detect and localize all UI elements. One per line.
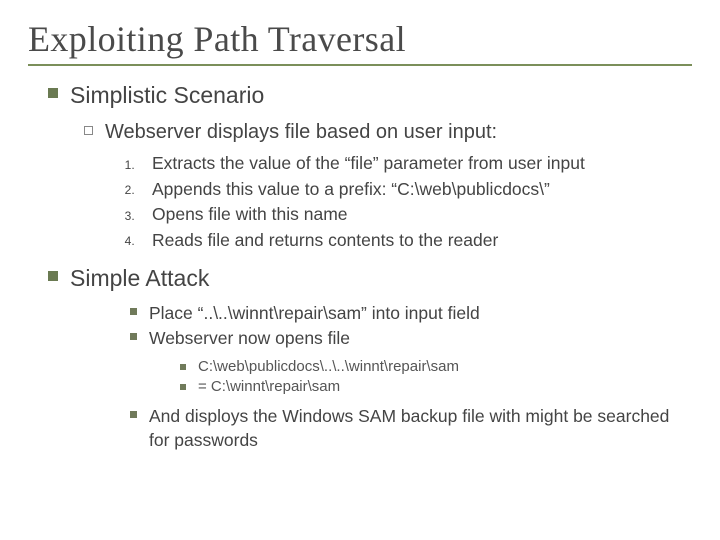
bullet-text: Simplistic Scenario: [70, 80, 692, 111]
bullet-conclusion: And disploys the Windows SAM backup file…: [130, 405, 692, 452]
square-bullet-icon: [180, 364, 186, 370]
steps-list: Extracts the value of the “file” paramet…: [138, 152, 692, 253]
step-text: Appends this value to a prefix: “C:\web\…: [152, 179, 550, 199]
step-item: Opens file with this name: [138, 203, 692, 227]
square-bullet-icon: [48, 88, 58, 98]
square-bullet-icon: [130, 308, 137, 315]
step-text: Opens file with this name: [152, 204, 348, 224]
bullet-text: Webserver now opens file: [149, 327, 692, 351]
bullet-place-input: Place “..\..\winnt\repair\sam” into inpu…: [130, 302, 692, 326]
bullet-text: Webserver displays file based on user in…: [105, 119, 692, 146]
bullet-text: Simple Attack: [70, 263, 692, 294]
step-item: Extracts the value of the “file” paramet…: [138, 152, 692, 176]
bullet-text: Place “..\..\winnt\repair\sam” into inpu…: [149, 302, 692, 326]
step-text: Extracts the value of the “file” paramet…: [152, 153, 585, 173]
bullet-simplistic-scenario: Simplistic Scenario: [48, 80, 692, 111]
bullet-path-after: = C:\winnt\repair\sam: [180, 377, 692, 397]
bullet-text: C:\web\publicdocs\..\..\winnt\repair\sam: [198, 357, 692, 377]
bullet-opens-file: Webserver now opens file: [130, 327, 692, 351]
bullet-text: = C:\winnt\repair\sam: [198, 377, 692, 397]
step-text: Reads file and returns contents to the r…: [152, 230, 498, 250]
bullet-path-before: C:\web\publicdocs\..\..\winnt\repair\sam: [180, 357, 692, 377]
square-bullet-icon: [180, 384, 186, 390]
page-title: Exploiting Path Traversal: [28, 18, 692, 60]
bullet-webserver-intro: Webserver displays file based on user in…: [84, 119, 692, 146]
step-item: Reads file and returns contents to the r…: [138, 229, 692, 253]
title-underline: [28, 64, 692, 66]
square-bullet-icon: [130, 411, 137, 418]
square-bullet-icon: [130, 333, 137, 340]
square-bullet-icon: [48, 271, 58, 281]
bullet-text: And disploys the Windows SAM backup file…: [149, 405, 692, 452]
hollow-square-bullet-icon: [84, 126, 93, 135]
step-item: Appends this value to a prefix: “C:\web\…: [138, 178, 692, 202]
bullet-simple-attack: Simple Attack: [48, 263, 692, 294]
slide: Exploiting Path Traversal Simplistic Sce…: [0, 0, 720, 540]
